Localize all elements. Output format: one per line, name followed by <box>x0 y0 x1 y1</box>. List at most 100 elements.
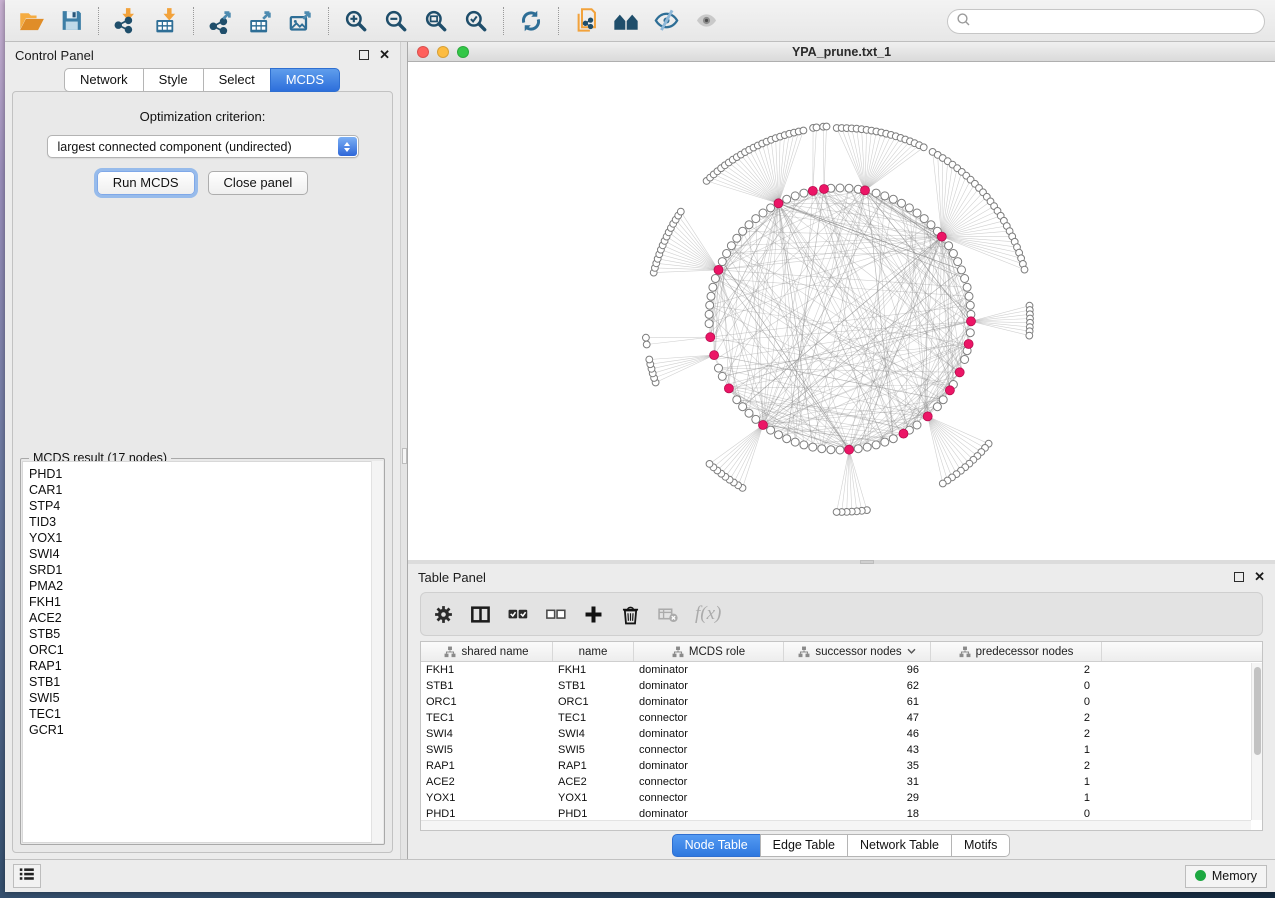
task-history-button[interactable] <box>13 864 41 888</box>
tab-network[interactable]: Network <box>64 68 144 92</box>
table-cell[interactable]: 1 <box>931 744 1102 756</box>
mcds-result-item[interactable]: RAP1 <box>29 658 382 674</box>
table-cell[interactable]: SWI4 <box>553 728 634 740</box>
run-mcds-button[interactable]: Run MCDS <box>97 171 195 195</box>
mcds-result-item[interactable]: SRD1 <box>29 562 382 578</box>
network-view[interactable] <box>408 62 1275 560</box>
zoom-out-button[interactable] <box>376 3 416 39</box>
table-cell[interactable]: 2 <box>931 728 1102 740</box>
save-session-button[interactable] <box>51 3 91 39</box>
vertical-splitter[interactable] <box>400 42 408 859</box>
network-window-titlebar[interactable]: YPA_prune.txt_1 <box>408 42 1275 62</box>
export-image-button[interactable] <box>281 3 321 39</box>
mcds-result-item[interactable]: CAR1 <box>29 482 382 498</box>
table-cell[interactable]: dominator <box>634 728 784 740</box>
table-cell[interactable]: dominator <box>634 808 784 820</box>
select-all-columns-button[interactable] <box>507 604 529 625</box>
table-cell[interactable]: ORC1 <box>421 696 553 708</box>
table-row[interactable]: SWI5SWI5connector431 <box>421 742 1262 758</box>
mcds-result-item[interactable]: SWI5 <box>29 690 382 706</box>
column-header-successor-nodes[interactable]: successor nodes <box>784 642 931 661</box>
table-cell[interactable]: 62 <box>784 680 931 692</box>
maximize-window-icon[interactable] <box>457 46 469 58</box>
table-cell[interactable]: 96 <box>784 664 931 676</box>
float-panel-icon[interactable] <box>1234 572 1244 582</box>
splitter-grip[interactable] <box>402 448 407 464</box>
show-columns-button[interactable] <box>470 604 491 625</box>
table-row[interactable]: FKH1FKH1dominator962 <box>421 662 1262 678</box>
mcds-result-item[interactable]: FKH1 <box>29 594 382 610</box>
tab-edge-table[interactable]: Edge Table <box>760 834 848 857</box>
column-header-name[interactable]: name <box>553 642 634 661</box>
horizontal-splitter[interactable] <box>408 560 1275 564</box>
tab-node-table[interactable]: Node Table <box>672 834 761 857</box>
table-row[interactable]: STB1STB1dominator620 <box>421 678 1262 694</box>
open-session-button[interactable] <box>11 3 51 39</box>
close-window-icon[interactable] <box>417 46 429 58</box>
table-cell[interactable]: 35 <box>784 760 931 772</box>
table-cell[interactable]: RAP1 <box>421 760 553 772</box>
memory-button[interactable]: Memory <box>1185 865 1267 888</box>
table-cell[interactable]: 61 <box>784 696 931 708</box>
table-cell[interactable]: PHD1 <box>553 808 634 820</box>
table-cell[interactable]: PHD1 <box>421 808 553 820</box>
mcds-result-item[interactable]: STP4 <box>29 498 382 514</box>
table-cell[interactable]: SWI5 <box>553 744 634 756</box>
table-cell[interactable]: YOX1 <box>421 792 553 804</box>
table-cell[interactable]: 0 <box>931 680 1102 692</box>
table-row[interactable]: TEC1TEC1connector472 <box>421 710 1262 726</box>
splitter-grip[interactable] <box>860 560 874 564</box>
zoom-selected-button[interactable] <box>456 3 496 39</box>
zoom-fit-button[interactable] <box>416 3 456 39</box>
table-cell[interactable]: TEC1 <box>421 712 553 724</box>
table-cell[interactable]: 2 <box>931 760 1102 772</box>
unselect-all-columns-button[interactable] <box>545 604 567 625</box>
export-network-button[interactable] <box>201 3 241 39</box>
network-graph[interactable] <box>408 62 1275 560</box>
table-cell[interactable]: 43 <box>784 744 931 756</box>
tab-motifs[interactable]: Motifs <box>951 834 1010 857</box>
mcds-result-item[interactable]: YOX1 <box>29 530 382 546</box>
table-cell[interactable]: connector <box>634 776 784 788</box>
table-row[interactable]: ORC1ORC1dominator610 <box>421 694 1262 710</box>
table-cell[interactable]: 0 <box>931 808 1102 820</box>
delete-column-button[interactable] <box>620 604 641 625</box>
mcds-result-item[interactable]: GCR1 <box>29 722 382 738</box>
table-cell[interactable]: connector <box>634 792 784 804</box>
export-table-button[interactable] <box>241 3 281 39</box>
mcds-result-item[interactable]: PMA2 <box>29 578 382 594</box>
table-row[interactable]: YOX1YOX1connector291 <box>421 790 1262 806</box>
column-header-predecessor-nodes[interactable]: predecessor nodes <box>931 642 1102 661</box>
result-list-scrollbar[interactable] <box>371 461 383 843</box>
mcds-result-item[interactable]: TID3 <box>29 514 382 530</box>
table-cell[interactable]: 47 <box>784 712 931 724</box>
table-cell[interactable]: 2 <box>931 712 1102 724</box>
table-row[interactable]: SWI4SWI4dominator462 <box>421 726 1262 742</box>
mcds-result-item[interactable]: ORC1 <box>29 642 382 658</box>
mcds-result-item[interactable]: SWI4 <box>29 546 382 562</box>
table-cell[interactable]: dominator <box>634 680 784 692</box>
import-network-button[interactable] <box>106 3 146 39</box>
tab-style[interactable]: Style <box>143 68 204 92</box>
mcds-result-item[interactable]: PHD1 <box>29 466 382 482</box>
table-cell[interactable]: dominator <box>634 760 784 772</box>
mcds-result-item[interactable]: ACE2 <box>29 610 382 626</box>
minimize-window-icon[interactable] <box>437 46 449 58</box>
table-cell[interactable]: FKH1 <box>421 664 553 676</box>
table-row[interactable]: ACE2ACE2connector311 <box>421 774 1262 790</box>
close-panel-icon[interactable]: ✕ <box>379 50 390 60</box>
table-cell[interactable]: STB1 <box>421 680 553 692</box>
apply-layout-button[interactable] <box>511 3 551 39</box>
table-cell[interactable]: dominator <box>634 696 784 708</box>
tab-select[interactable]: Select <box>203 68 271 92</box>
table-cell[interactable]: 2 <box>931 664 1102 676</box>
table-cell[interactable]: 31 <box>784 776 931 788</box>
table-cell[interactable]: STB1 <box>553 680 634 692</box>
table-cell[interactable]: SWI4 <box>421 728 553 740</box>
table-options-button[interactable] <box>433 604 454 625</box>
table-cell[interactable]: 1 <box>931 792 1102 804</box>
zoom-in-button[interactable] <box>336 3 376 39</box>
search-input[interactable] <box>975 15 1256 29</box>
table-cell[interactable]: 0 <box>931 696 1102 708</box>
table-horizontal-scrollbar[interactable] <box>421 820 1251 830</box>
